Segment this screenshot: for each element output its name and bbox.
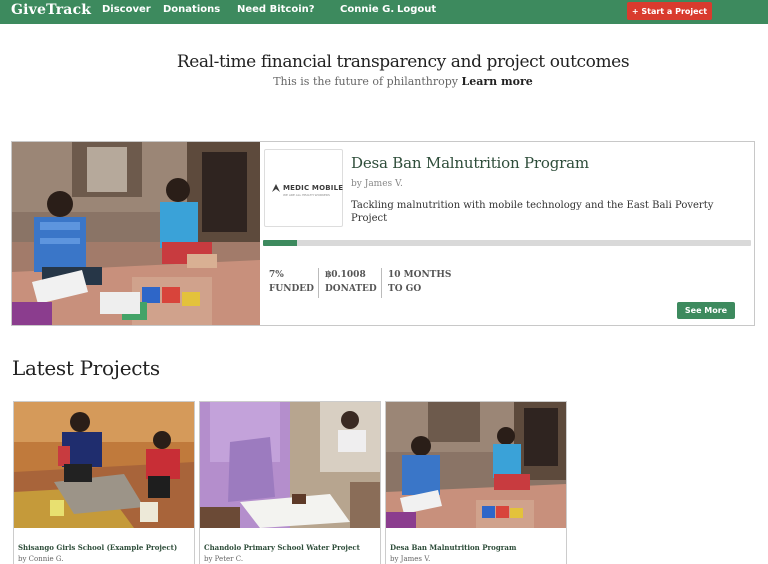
medic-mobile-icon [272,184,280,192]
logo-text: MEDIC MOBILE [283,184,344,192]
featured-project-author: by James V. [351,179,403,189]
project-photo [386,402,566,528]
hero-subtitle-text: This is the future of philanthropy [273,75,459,88]
project-card[interactable]: Chandolo Primary School Water Project by… [199,401,381,564]
stat-donated: ฿0.1008 DONATED [325,268,377,296]
project-photo [14,402,194,528]
stat-funded-label: FUNDED [269,284,314,294]
featured-project-photo [12,142,260,325]
hero-title: Real-time financial transparency and pro… [176,52,630,72]
stat-divider [318,268,319,298]
stat-donated-label: DONATED [325,284,377,294]
logo-subtext: WE ARE ALL HEALTH WORKERS [283,193,330,197]
project-photo [200,402,380,528]
funding-progress-bar [263,240,751,246]
stat-time-left-value: 10 MONTHS [388,270,452,280]
nav-user-menu[interactable]: Connie G. [340,4,394,15]
stat-donated-value: ฿0.1008 [325,270,366,280]
nav-need-bitcoin[interactable]: Need Bitcoin? [237,4,315,15]
stat-divider [381,268,382,298]
project-card-author: by Connie G. [18,555,64,563]
top-navbar: GiveTrack Discover Donations Need Bitcoi… [0,0,768,24]
nav-donations[interactable]: Donations [163,4,220,15]
project-card-author: by Peter C. [204,555,244,563]
nav-logout[interactable]: Logout [397,4,436,15]
project-card[interactable]: Desa Ban Malnutrition Program by James V… [385,401,567,564]
stat-time-left: 10 MONTHS TO GO [388,268,451,296]
latest-projects-heading: Latest Projects [12,356,160,380]
project-card-title[interactable]: Shisango Girls School (Example Project) [18,543,177,552]
funding-progress-fill [263,240,298,246]
project-card-title[interactable]: Desa Ban Malnutrition Program [390,543,516,552]
project-card-title[interactable]: Chandolo Primary School Water Project [204,543,360,552]
featured-project-description: Tackling malnutrition with mobile techno… [351,200,714,224]
stat-funded-value: 7% [269,270,284,280]
learn-more-link[interactable]: Learn more [462,75,533,88]
stat-funded: 7% FUNDED [269,268,314,296]
stat-time-left-label: TO GO [388,284,422,294]
start-project-button[interactable]: + Start a Project [627,2,712,20]
nav-discover[interactable]: Discover [102,4,151,15]
project-card[interactable]: Shisango Girls School (Example Project) … [13,401,195,564]
brand-logo[interactable]: GiveTrack [11,2,91,18]
medic-mobile-logo: MEDIC MOBILE WE ARE ALL HEALTH WORKERS [264,149,343,227]
featured-project-title[interactable]: Desa Ban Malnutrition Program [351,154,589,172]
featured-project-card[interactable]: MEDIC MOBILE WE ARE ALL HEALTH WORKERS D… [11,141,755,326]
hero-subtitle: This is the future of philanthropy Learn… [0,75,768,88]
see-more-button[interactable]: See More [677,302,735,319]
project-card-author: by James V. [390,555,431,563]
